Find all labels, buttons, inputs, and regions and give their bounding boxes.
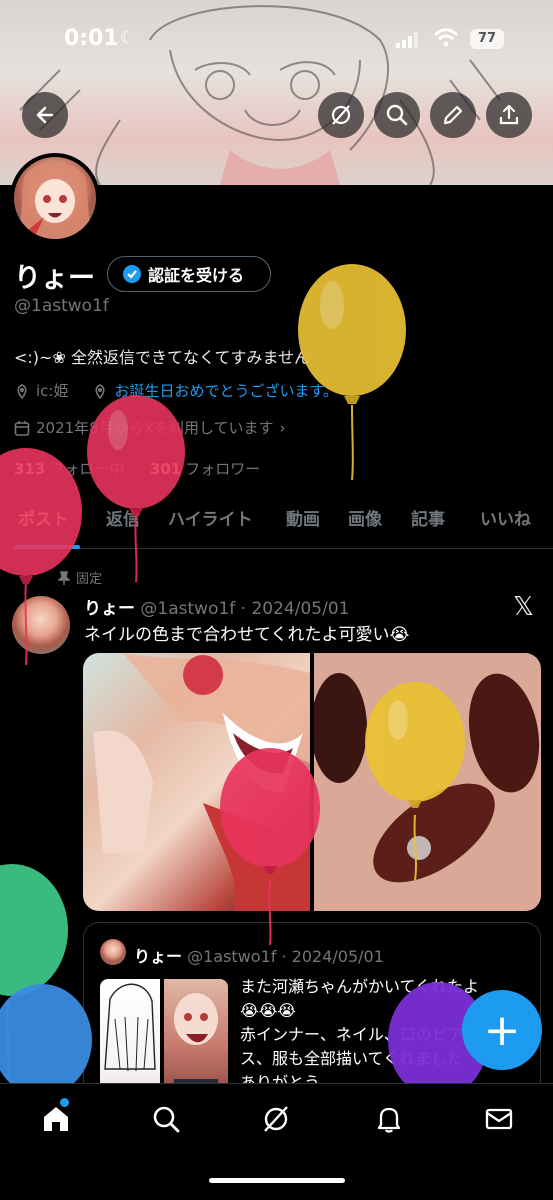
post-media[interactable] bbox=[83, 653, 541, 911]
calendar-icon bbox=[14, 420, 30, 436]
followers-label: フォロワー bbox=[185, 460, 261, 478]
balloon-green bbox=[0, 864, 68, 1081]
followers-link[interactable]: 301 フォロワー bbox=[150, 460, 260, 478]
status-bar: 0:01 ☾ 77 bbox=[0, 26, 553, 56]
profile-website-link[interactable]: お誕生日おめでとうございます。 bbox=[114, 380, 338, 401]
nav-messages[interactable] bbox=[482, 1102, 516, 1136]
profile-avatar[interactable] bbox=[10, 153, 100, 243]
get-verified-button[interactable]: 認証を受ける bbox=[107, 256, 271, 292]
compose-post-button[interactable]: + bbox=[462, 990, 542, 1070]
grok-icon bbox=[264, 1106, 288, 1132]
tab-videos[interactable]: 動画 bbox=[286, 505, 320, 530]
balloon-blue bbox=[0, 984, 92, 1096]
back-button[interactable] bbox=[22, 92, 68, 138]
moon-icon: ☾ bbox=[120, 28, 136, 48]
post-meta: @1astwo1f · 2024/05/01 bbox=[140, 599, 350, 619]
profile-tabs: ポスト 返信 ハイライト 動画 画像 記事 いいね bbox=[0, 505, 553, 549]
following-link[interactable]: 313 フォロー中 bbox=[14, 460, 124, 478]
back-icon bbox=[36, 106, 54, 124]
tab-posts[interactable]: ポスト bbox=[18, 505, 69, 530]
quoted-post-meta: @1astwo1f · 2024/05/01 bbox=[187, 947, 384, 966]
nav-home[interactable] bbox=[39, 1102, 73, 1136]
mail-icon bbox=[485, 1108, 513, 1130]
post-author[interactable]: りょー bbox=[84, 599, 135, 619]
pin-icon bbox=[58, 570, 70, 585]
nav-grok[interactable] bbox=[259, 1102, 293, 1136]
profile-joined: 2021年8月からXを利用しています bbox=[36, 419, 274, 437]
post-text: ネイルの色まで合わせてくれたよ可愛い😭 bbox=[84, 625, 410, 645]
home-indicator bbox=[209, 1178, 345, 1183]
avatar-illustration bbox=[20, 162, 90, 239]
grok-icon bbox=[331, 105, 351, 125]
tab-highlights[interactable]: ハイライト bbox=[168, 505, 253, 530]
following-label: フォロー中 bbox=[49, 460, 125, 478]
balloon-yellow-top bbox=[298, 264, 406, 481]
tab-images[interactable]: 画像 bbox=[348, 505, 382, 530]
edit-button[interactable] bbox=[430, 92, 476, 138]
quoted-post-header: りょー @1astwo1f · 2024/05/01 bbox=[134, 943, 384, 967]
pinned-label: 固定 bbox=[76, 572, 103, 587]
post-header: りょー @1astwo1f · 2024/05/01 bbox=[84, 594, 349, 619]
wifi-icon bbox=[433, 28, 459, 47]
quoted-post-avatar bbox=[100, 939, 126, 965]
battery-indicator: 77 bbox=[470, 29, 504, 49]
profile-handle: @1astwo1f bbox=[14, 296, 109, 316]
location-icon bbox=[17, 383, 27, 399]
tab-likes[interactable]: いいね bbox=[480, 505, 531, 530]
clock: 0:01 bbox=[64, 26, 119, 51]
home-notification-dot bbox=[60, 1098, 69, 1107]
tab-replies[interactable]: 返信 bbox=[106, 505, 140, 530]
search-icon bbox=[386, 104, 408, 126]
profile-name: りょー bbox=[14, 263, 95, 294]
pinned-indicator: 固定 bbox=[58, 568, 102, 587]
tab-articles[interactable]: 記事 bbox=[411, 505, 445, 530]
post-avatar[interactable] bbox=[12, 596, 70, 654]
profile-location: ic:姫 bbox=[36, 382, 69, 400]
bell-icon bbox=[377, 1107, 401, 1133]
search-button[interactable] bbox=[374, 92, 420, 138]
get-verified-label: 認証を受ける bbox=[148, 266, 245, 285]
follow-counts: 313 フォロー中 301 フォロワー bbox=[14, 458, 260, 479]
active-tab-indicator bbox=[14, 545, 80, 549]
plus-icon: + bbox=[483, 1004, 521, 1056]
followers-count: 301 bbox=[149, 460, 182, 478]
verified-icon bbox=[123, 265, 141, 283]
signal-icon bbox=[396, 32, 418, 48]
post-image-illustration[interactable] bbox=[83, 653, 310, 911]
share-icon bbox=[499, 104, 519, 125]
post-image-nails-photo[interactable] bbox=[311, 653, 541, 911]
profile-bio: <:)~❀ 全然返信できてなくてすみません bbox=[14, 348, 310, 367]
search-icon bbox=[153, 1106, 180, 1133]
grok-button[interactable] bbox=[318, 92, 364, 138]
quoted-post-author: りょー bbox=[134, 947, 183, 966]
share-button[interactable] bbox=[486, 92, 532, 138]
profile-joined-row[interactable]: 2021年8月からXを利用しています › bbox=[14, 417, 286, 438]
location-icon bbox=[95, 383, 106, 399]
home-icon bbox=[44, 1107, 68, 1131]
following-count: 313 bbox=[14, 460, 46, 478]
nav-notifications[interactable] bbox=[372, 1102, 406, 1136]
chevron-right-icon: › bbox=[279, 418, 286, 437]
nav-search[interactable] bbox=[149, 1102, 183, 1136]
x-logo-icon: 𝕏 bbox=[513, 592, 534, 622]
profile-meta-row: ic:姫 お誕生日おめでとうございます。 bbox=[14, 380, 338, 401]
edit-icon bbox=[443, 105, 463, 125]
